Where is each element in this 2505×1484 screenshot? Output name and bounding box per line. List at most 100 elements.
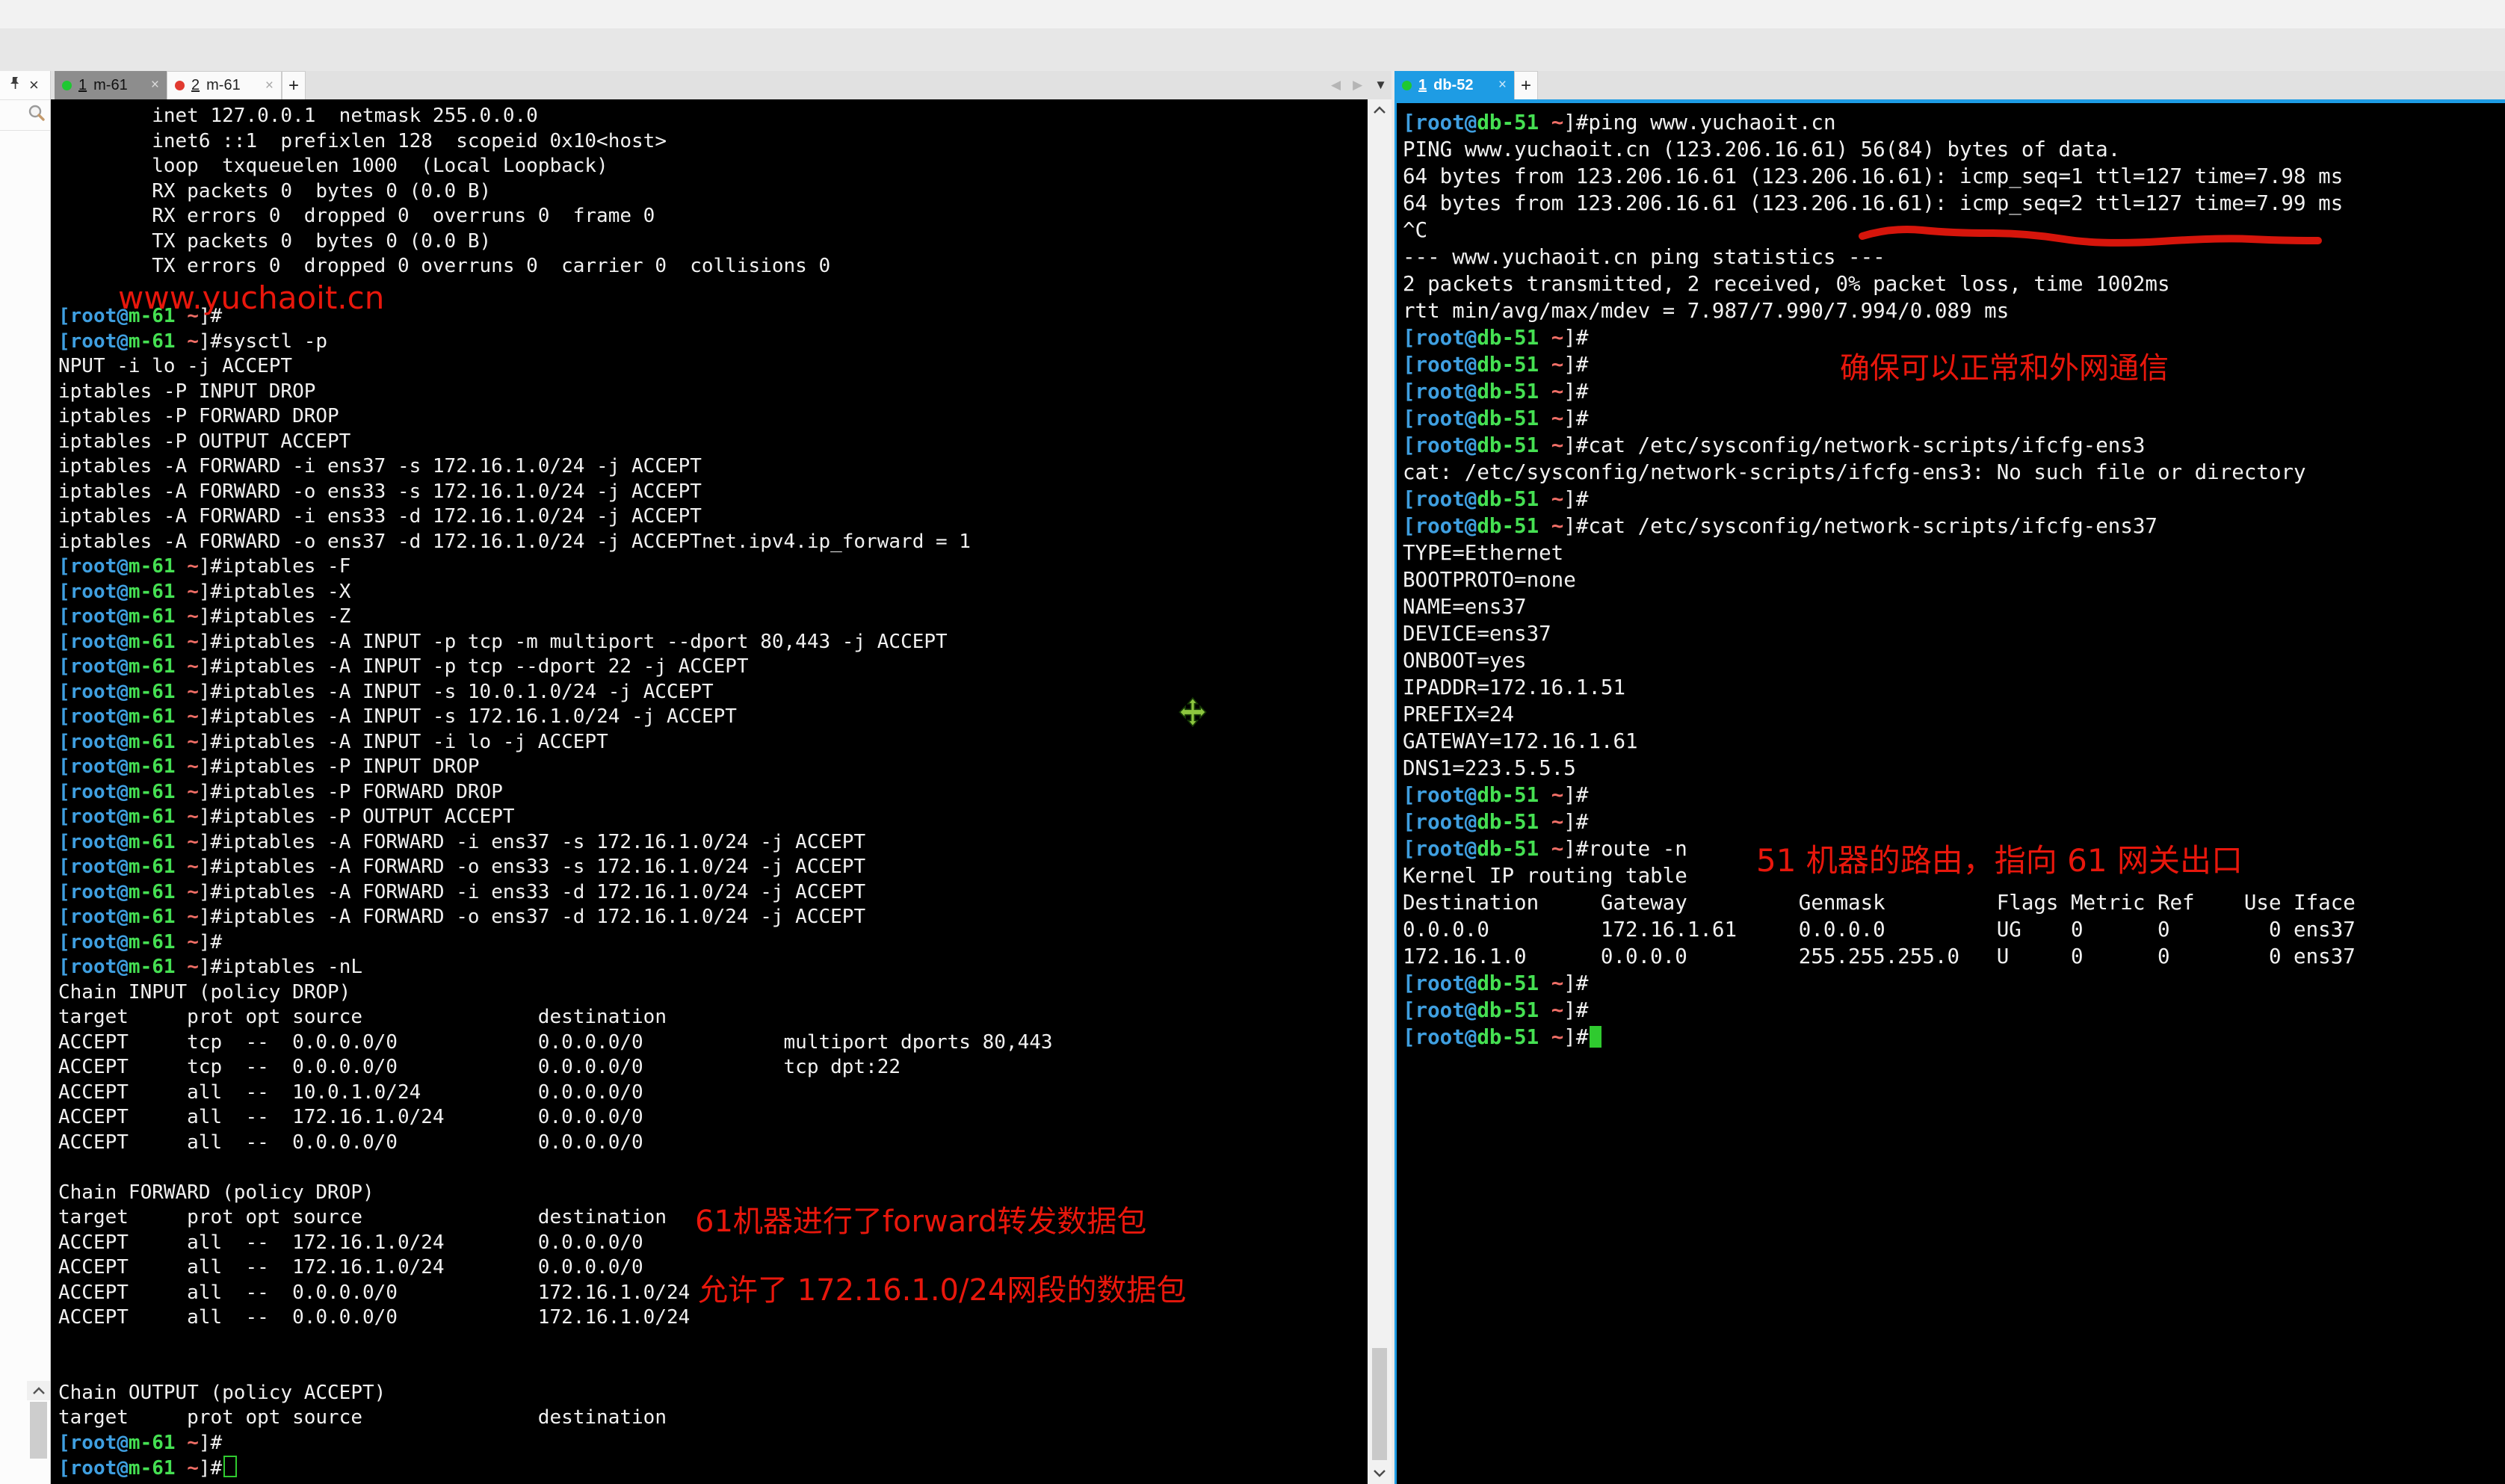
terminal-line: [root@m-61 ~]#iptables -A INPUT -p tcp -… [58, 655, 1368, 680]
terminal-line: [root@db-51 ~]#ping www.yuchaoit.cn [1403, 109, 2505, 136]
terminal-line: inet 127.0.0.1 netmask 255.0.0.0 [58, 104, 1368, 129]
close-tab-icon[interactable]: × [265, 78, 274, 94]
text-segment: m-61 [128, 956, 176, 978]
text-segment: ]# [1563, 810, 1589, 834]
text-segment: --- www.yuchaoit.cn ping statistics --- [1403, 245, 1885, 269]
text-segment: ]# [198, 705, 223, 728]
sidebar-scrollbar[interactable] [27, 1381, 50, 1459]
new-tab-button[interactable]: + [282, 71, 306, 99]
text-segment: [root@ [1403, 433, 1477, 457]
terminal-line: [root@m-61 ~]#iptables -A FORWARD -i ens… [58, 880, 1368, 906]
terminal-line: ACCEPT all -- 172.16.1.0/24 0.0.0.0/0 [58, 1255, 1368, 1281]
terminal-line: [root@db-51 ~]# [1403, 324, 2505, 351]
scroll-up-icon[interactable] [27, 1381, 50, 1400]
scrollbar-thumb[interactable] [1372, 1348, 1387, 1460]
terminal-db51[interactable]: [root@db-51 ~]#ping www.yuchaoit.cn PING … [1394, 103, 2505, 1484]
text-segment: ~ [1539, 837, 1564, 861]
terminal-line: ONBOOT=yes [1403, 647, 2505, 674]
text-segment: [root@ [1403, 353, 1477, 377]
text-segment: m-61 [128, 305, 176, 327]
terminal-line: [root@m-61 ~]#iptables -A INPUT -s 172.1… [58, 705, 1368, 730]
text-segment: db-51 [1477, 783, 1539, 807]
scroll-down-icon[interactable] [1368, 1463, 1392, 1484]
scrollbar-thumb[interactable] [30, 1402, 47, 1459]
close-icon[interactable]: × [29, 77, 39, 93]
text-segment: [root@ [1403, 380, 1477, 404]
terminal-line: target prot opt source destination [58, 1406, 1368, 1431]
terminal-line: Chain OUTPUT (policy ACCEPT) [58, 1381, 1368, 1406]
terminal-line: ACCEPT tcp -- 0.0.0.0/0 0.0.0.0/0 tcp dp… [58, 1055, 1368, 1080]
text-segment: ]# [198, 605, 223, 628]
terminal-line: iptables -A FORWARD -i ens33 -d 172.16.1… [58, 504, 1368, 530]
terminal-line: 64 bytes from 123.206.16.61 (123.206.16.… [1403, 190, 2505, 217]
text-segment: [root@ [58, 330, 129, 353]
text-segment: m-61 [128, 780, 176, 803]
text-segment: ~ [175, 580, 199, 603]
text-segment: Kernel IP routing table [1403, 864, 1687, 888]
left-terminal-scrollbar[interactable] [1368, 99, 1392, 1484]
text-segment: iptables -A FORWARD -i ens33 -d 172.16.1… [222, 880, 866, 903]
text-segment: ~ [175, 856, 199, 878]
terminal-line: [root@db-51 ~]# [1403, 351, 2505, 378]
tab-scroll-left-icon[interactable]: ◀ [1331, 78, 1341, 93]
text-segment: m-61 [128, 580, 176, 603]
left-tab-bar: 1 m-61 × 2 m-61 × + ◀ ▶ ▼ [51, 71, 1392, 99]
terminal-line: TX packets 0 bytes 0 (0.0 B) [58, 229, 1368, 255]
text-segment: NPUT -i lo -j ACCEPT [58, 355, 293, 377]
text-segment: ~ [1539, 111, 1564, 135]
scroll-up-icon[interactable] [1368, 99, 1392, 120]
text-segment: cat: /etc/sysconfig/network-scripts/ifcf… [1403, 460, 2306, 484]
text-segment: 64 bytes from 123.206.16.61 (123.206.16.… [1403, 191, 2344, 215]
tab-2-m-61[interactable]: 2 m-61 × [167, 71, 282, 99]
text-segment: iptables -P FORWARD DROP [222, 780, 503, 803]
text-segment: ]# [1563, 487, 1589, 511]
terminal-line: target prot opt source destination [58, 1205, 1368, 1231]
terminal-line: ACCEPT all -- 0.0.0.0/0 172.16.1.0/24 [58, 1305, 1368, 1331]
text-segment: iptables -P INPUT DROP [222, 755, 480, 778]
text-segment: Chain OUTPUT (policy ACCEPT) [58, 1381, 386, 1404]
text-segment: db-51 [1477, 1025, 1539, 1049]
text-segment: iptables -A INPUT -s 10.0.1.0/24 -j ACCE… [222, 680, 714, 703]
terminal-line: iptables -P INPUT DROP [58, 380, 1368, 405]
text-segment: [root@ [1403, 998, 1477, 1022]
terminal-line: DNS1=223.5.5.5 [1403, 755, 2505, 782]
text-segment: [root@ [1403, 487, 1477, 511]
text-segment: [root@ [58, 555, 129, 578]
text-segment: RX packets 0 bytes 0 (0.0 B) [58, 179, 492, 202]
sidebar-header: × [0, 71, 50, 100]
text-segment: ~ [175, 906, 199, 928]
tab-1-m-61[interactable]: 1 m-61 × [55, 71, 167, 99]
terminal-line: PREFIX=24 [1403, 701, 2505, 728]
new-tab-button[interactable]: + [1514, 71, 1538, 99]
pin-icon[interactable] [9, 76, 22, 94]
terminal-line: ACCEPT all -- 10.0.1.0/24 0.0.0.0/0 [58, 1080, 1368, 1106]
close-tab-icon[interactable]: × [1498, 77, 1507, 93]
app-window: { "window": {"background":"#e9e9e9"}, "c… [0, 0, 2505, 1484]
terminal-line: [root@db-51 ~]#route -n [1403, 835, 2505, 862]
text-segment: Chain INPUT (policy DROP) [58, 980, 351, 1004]
tab-scroll-right-icon[interactable]: ▶ [1353, 78, 1362, 93]
text-segment: m-61 [128, 655, 176, 678]
terminal-line: 0.0.0.0 172.16.1.61 0.0.0.0 UG 0 0 0 ens… [1403, 916, 2505, 943]
tab-label: m-61 [93, 76, 128, 93]
text-segment: ~ [175, 830, 199, 853]
tab-1-db-52[interactable]: 1 db-52 × [1394, 71, 1514, 99]
terminal-line: [root@m-61 ~]#iptables -X [58, 580, 1368, 605]
tab-label: db-52 [1433, 76, 1474, 93]
terminal-line: ^C [1403, 217, 2505, 244]
tab-accelerator: 1 [1418, 76, 1427, 93]
close-tab-icon[interactable]: × [151, 77, 159, 93]
terminal-line: iptables -A FORWARD -i ens37 -s 172.16.1… [58, 454, 1368, 480]
terminal-line: ACCEPT all -- 0.0.0.0/0 0.0.0.0/0 [58, 1131, 1368, 1156]
text-segment: iptables -A FORWARD -i ens33 -d 172.16.1… [58, 505, 702, 528]
text-segment: ]# [1563, 783, 1589, 807]
search-icon[interactable] [27, 104, 46, 127]
terminal-line: [root@db-51 ~]# [1403, 809, 2505, 835]
text-segment: ]# [198, 1431, 223, 1454]
tab-menu-icon[interactable]: ▼ [1374, 78, 1387, 93]
terminal-m61[interactable]: inet 127.0.0.1 netmask 255.0.0.0 inet6 :… [51, 99, 1368, 1484]
text-segment: ping www.yuchaoit.cn [1588, 111, 1836, 135]
text-segment: iptables -F [222, 555, 351, 578]
text-segment: rtt min/avg/max/mdev = 7.987/7.990/7.994… [1403, 299, 2010, 323]
text-segment: [root@ [58, 780, 129, 803]
